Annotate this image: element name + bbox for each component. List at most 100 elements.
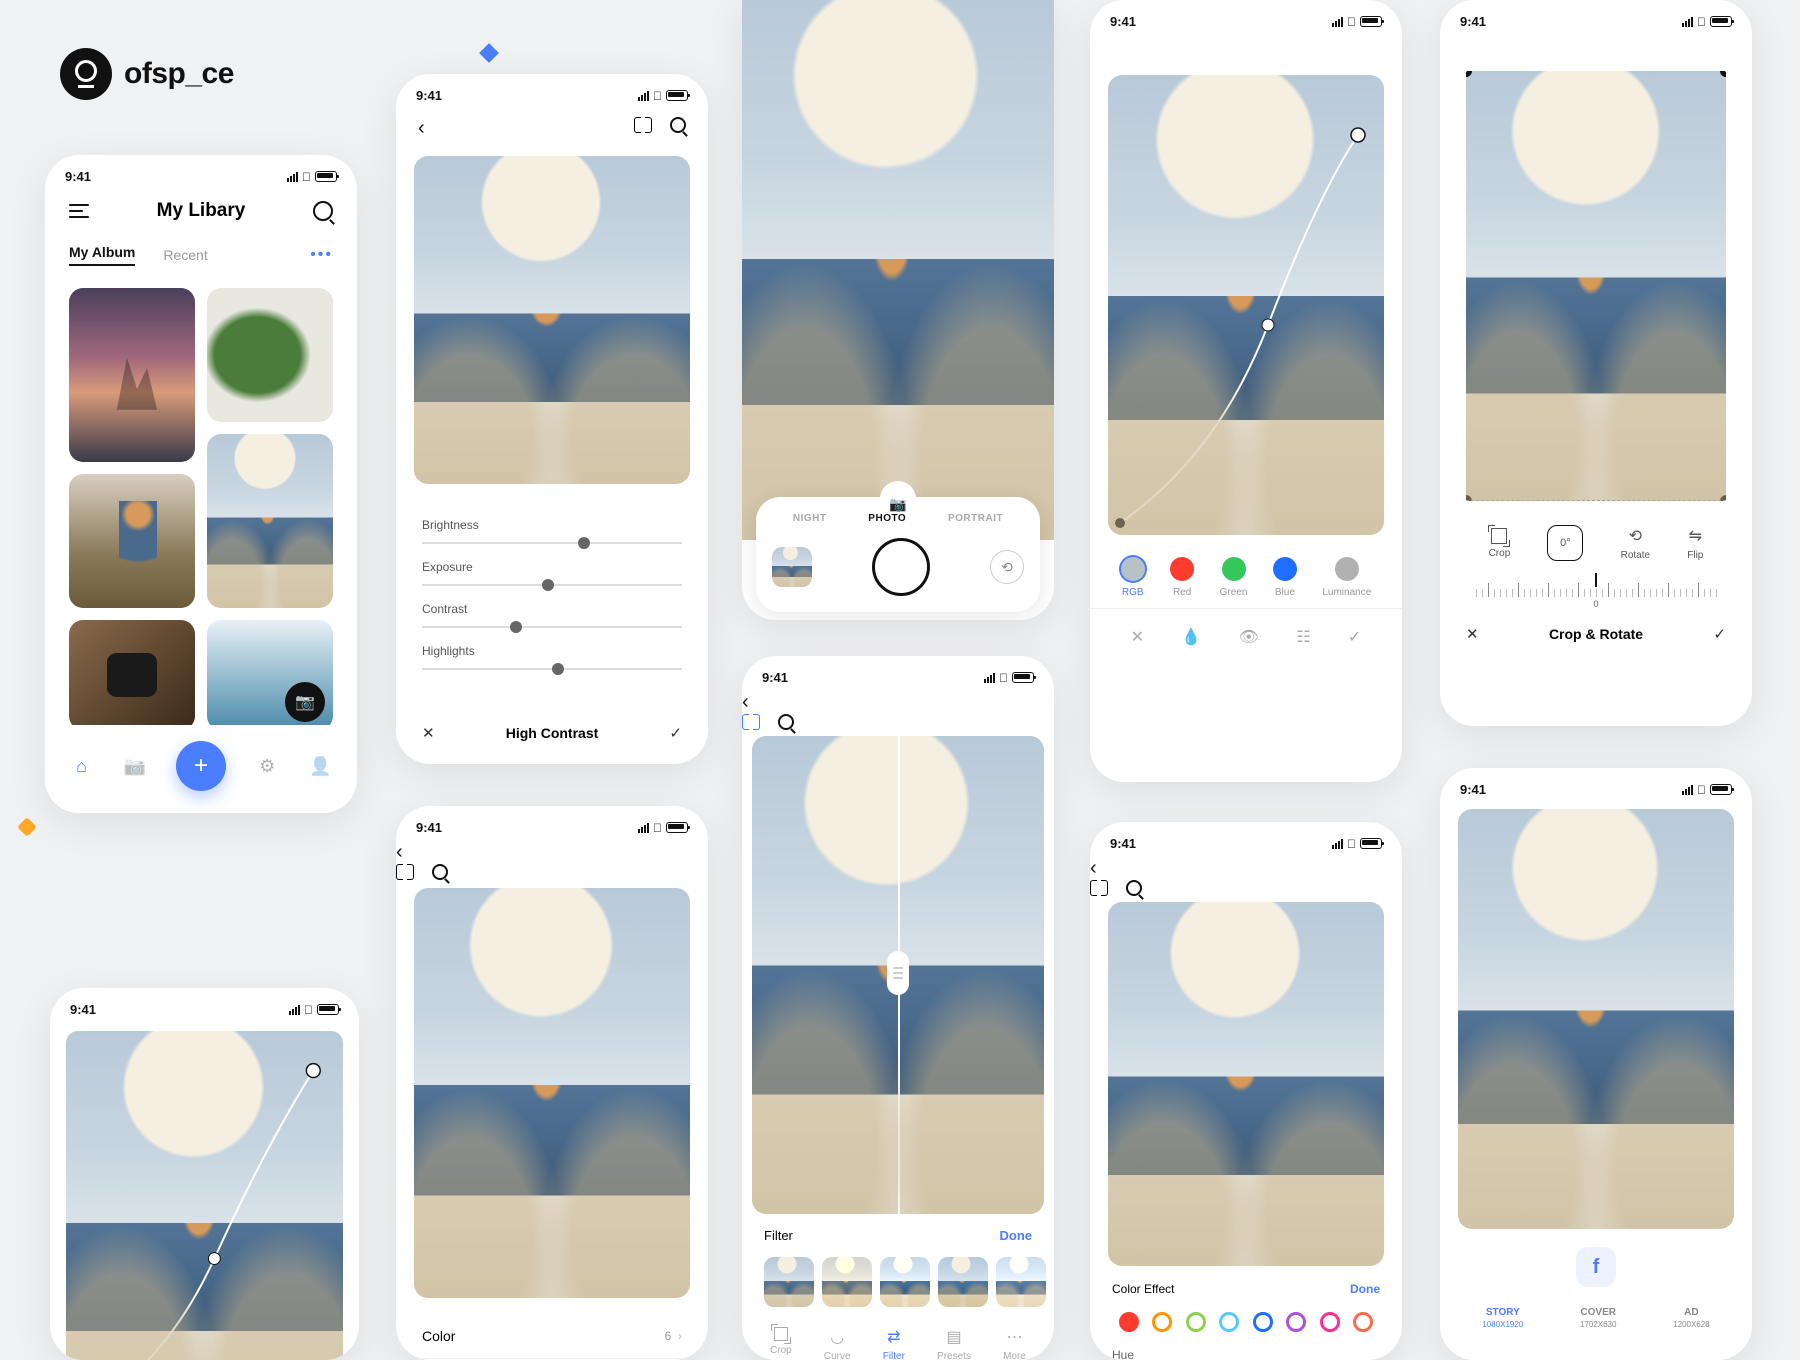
export-size-ad[interactable]: AD1200X628 (1673, 1307, 1709, 1329)
crop-area[interactable] (1466, 71, 1726, 501)
slider-thumb[interactable] (578, 537, 590, 549)
slider-track[interactable] (422, 584, 682, 586)
check-icon[interactable] (1348, 627, 1361, 647)
slider-thumb[interactable] (542, 579, 554, 591)
tab-recent[interactable]: Recent (163, 247, 207, 263)
preview-image[interactable] (414, 156, 690, 484)
close-icon[interactable] (1466, 625, 1479, 643)
search-icon[interactable] (313, 201, 333, 221)
search-icon[interactable] (432, 864, 448, 880)
search-icon[interactable] (1126, 880, 1142, 896)
color-swatch[interactable] (1320, 1312, 1340, 1332)
filter-thumb[interactable] (880, 1257, 930, 1307)
preview-image[interactable] (1458, 809, 1734, 1229)
camera-mode[interactable]: PORTRAIT (948, 513, 1003, 524)
focus-icon[interactable] (1090, 880, 1108, 894)
close-icon[interactable] (422, 724, 435, 742)
preview-image[interactable] (1108, 75, 1384, 535)
nav-home[interactable]: ⌂ (70, 754, 94, 778)
filter-thumb[interactable] (996, 1257, 1046, 1307)
color-swatch[interactable] (1186, 1312, 1206, 1332)
focus-icon[interactable] (634, 117, 652, 131)
camera-fab[interactable]: 📷 (285, 682, 325, 722)
slider-track[interactable] (422, 626, 682, 628)
crop-handle[interactable] (1720, 71, 1726, 77)
album-thumb[interactable] (69, 474, 195, 608)
tool-crop[interactable]: Crop (770, 1327, 792, 1360)
color-swatch[interactable] (1286, 1312, 1306, 1332)
close-icon[interactable] (1131, 627, 1144, 647)
channel-green[interactable]: Green (1220, 557, 1248, 598)
back-icon[interactable]: ‹ (742, 691, 1054, 714)
tool-rotate[interactable]: ⟲Rotate (1621, 526, 1650, 561)
curve-overlay[interactable] (1108, 75, 1384, 535)
slider-track[interactable] (422, 668, 682, 670)
shutter-button[interactable] (872, 538, 930, 596)
export-size-cover[interactable]: COVER1702X630 (1580, 1307, 1616, 1329)
done-button[interactable]: Done (1000, 1228, 1033, 1243)
nav-add[interactable]: + (176, 741, 226, 791)
back-icon[interactable]: ‹ (396, 841, 708, 864)
crop-handle[interactable] (1720, 495, 1726, 501)
camera-mode[interactable]: PHOTO (868, 513, 906, 524)
album-thumb[interactable] (207, 288, 333, 422)
tool-presets[interactable]: ▤Presets (937, 1327, 971, 1360)
tool-filter[interactable]: ⇄Filter (883, 1327, 905, 1360)
check-icon[interactable] (669, 724, 682, 742)
color-swatch[interactable] (1253, 1312, 1273, 1332)
channel-red[interactable]: Red (1170, 557, 1194, 598)
focus-icon[interactable] (742, 714, 760, 728)
category-row[interactable]: Color6 (422, 1314, 682, 1359)
focus-icon[interactable] (396, 864, 414, 878)
album-thumb[interactable] (69, 288, 195, 462)
rotation-ruler[interactable]: 0 (1440, 573, 1752, 605)
bars-icon[interactable]: ☷ (1296, 627, 1310, 647)
nav-camera[interactable]: 📷 (123, 754, 147, 778)
check-icon[interactable] (1713, 625, 1726, 643)
tool-curve[interactable]: ◡Curve (824, 1327, 851, 1360)
preview-image[interactable] (1108, 902, 1384, 1266)
search-icon[interactable] (778, 714, 794, 730)
drop-icon[interactable]: 💧 (1181, 627, 1201, 647)
crop-handle[interactable] (1466, 495, 1472, 501)
color-swatch[interactable] (1152, 1312, 1172, 1332)
camera-viewfinder[interactable] (742, 0, 1054, 540)
back-icon[interactable]: ‹ (1090, 857, 1402, 880)
eye-icon[interactable]: 👁 (1239, 627, 1259, 647)
tool-more[interactable]: ⋯More (1003, 1327, 1026, 1360)
tool-angle[interactable]: 0° (1547, 525, 1583, 561)
compare-slider[interactable] (898, 736, 900, 1214)
slider-thumb[interactable] (552, 663, 564, 675)
nav-profile[interactable]: 👤 (308, 754, 332, 778)
filter-thumb[interactable] (764, 1257, 814, 1307)
preview-image[interactable] (752, 736, 1044, 1214)
flip-camera-icon[interactable]: ⟲ (990, 550, 1024, 584)
curve-overlay[interactable] (66, 1031, 343, 1360)
search-icon[interactable] (670, 117, 686, 133)
tab-my-album[interactable]: My Album (69, 244, 135, 266)
slider-thumb[interactable] (510, 621, 522, 633)
nav-settings[interactable]: ⚙ (255, 754, 279, 778)
album-thumb[interactable] (207, 434, 333, 608)
done-button[interactable]: Done (1350, 1282, 1380, 1296)
preview-image[interactable] (414, 888, 690, 1298)
color-swatch[interactable] (1119, 1312, 1139, 1332)
color-swatch[interactable] (1219, 1312, 1239, 1332)
camera-mode[interactable]: NIGHT (793, 513, 827, 524)
share-facebook[interactable]: f (1576, 1247, 1616, 1287)
channel-luminance[interactable]: Luminance (1322, 557, 1371, 598)
more-icon[interactable]: ••• (310, 246, 333, 264)
channel-blue[interactable]: Blue (1273, 557, 1297, 598)
crop-handle[interactable] (1466, 71, 1472, 77)
channel-rgb[interactable]: RGB (1121, 557, 1145, 598)
album-thumb[interactable] (69, 620, 195, 730)
tool-flip[interactable]: ⇋Flip (1687, 526, 1703, 561)
last-photo-thumb[interactable] (772, 547, 812, 587)
preview-image[interactable] (66, 1031, 343, 1360)
album-thumb[interactable]: 📷 (207, 620, 333, 730)
back-icon[interactable]: ‹ (418, 117, 425, 140)
color-swatch[interactable] (1353, 1312, 1373, 1332)
tool-crop[interactable]: Crop (1489, 528, 1511, 559)
compare-handle[interactable] (887, 951, 909, 995)
export-size-story[interactable]: STORY1080X1920 (1482, 1307, 1523, 1329)
